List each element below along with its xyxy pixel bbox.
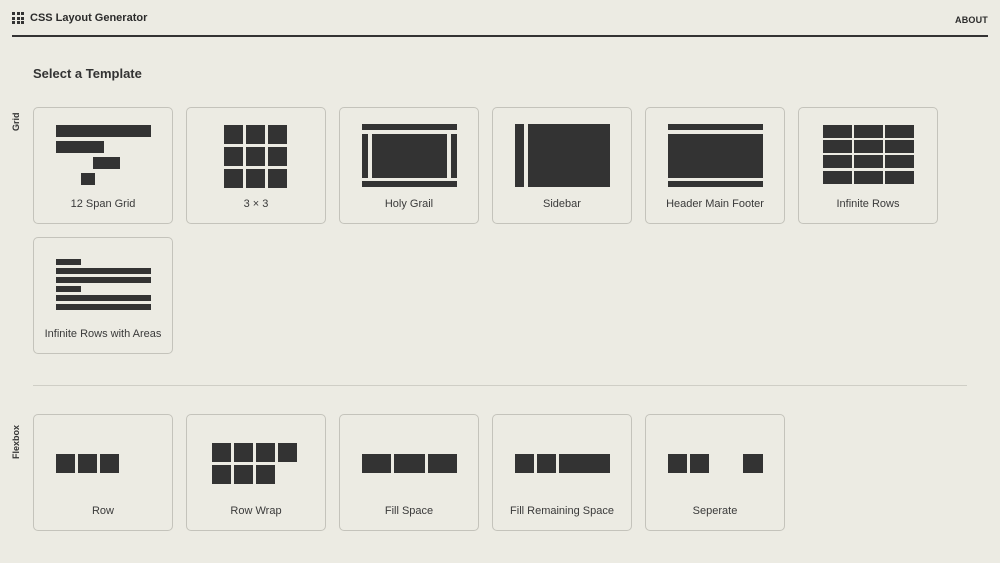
template-label: Fill Remaining Space: [510, 505, 614, 517]
flexbox-section-label: Flexbox: [11, 424, 21, 459]
template-label: Sidebar: [543, 198, 581, 210]
app-logo[interactable]: CSS Layout Generator: [12, 12, 147, 24]
template-label: Infinite Rows with Areas: [44, 328, 162, 340]
grid-icon: [12, 12, 24, 24]
template-card-sidebar[interactable]: Sidebar: [492, 107, 632, 224]
template-label: Row: [91, 505, 114, 517]
template-card-row-wrap[interactable]: Row Wrap: [186, 414, 326, 531]
template-label: 12 Span Grid: [70, 198, 136, 210]
template-card-infinite-rows[interactable]: Infinite Rows: [798, 107, 938, 224]
template-label: Infinite Rows: [836, 198, 900, 210]
template-card-fill-space[interactable]: Fill Space: [339, 414, 479, 531]
template-card-header-main-footer[interactable]: Header Main Footer: [645, 107, 785, 224]
template-label: Holy Grail: [384, 198, 434, 210]
template-label: Seperate: [692, 505, 738, 517]
template-label: Row Wrap: [230, 505, 282, 517]
template-card-3x3[interactable]: 3 × 3: [186, 107, 326, 224]
template-label: Header Main Footer: [666, 198, 764, 210]
template-card-fill-remaining-space[interactable]: Fill Remaining Space: [492, 414, 632, 531]
top-bar: CSS Layout Generator ABOUT: [12, 0, 988, 37]
grid-section-label: Grid: [11, 112, 21, 131]
template-label: 3 × 3: [243, 198, 269, 210]
app-title: CSS Layout Generator: [30, 12, 148, 24]
template-label: Fill Space: [384, 505, 434, 517]
template-card-row[interactable]: Row: [33, 414, 173, 531]
template-card-infinite-rows-with-areas[interactable]: Infinite Rows with Areas: [33, 237, 173, 354]
page-title: Select a Template: [33, 66, 142, 81]
template-card-seperate[interactable]: Seperate: [645, 414, 785, 531]
about-link[interactable]: ABOUT: [955, 15, 988, 25]
section-divider: [33, 385, 967, 386]
template-card-holy-grail[interactable]: Holy Grail: [339, 107, 479, 224]
template-card-12-span-grid[interactable]: 12 Span Grid: [33, 107, 173, 224]
